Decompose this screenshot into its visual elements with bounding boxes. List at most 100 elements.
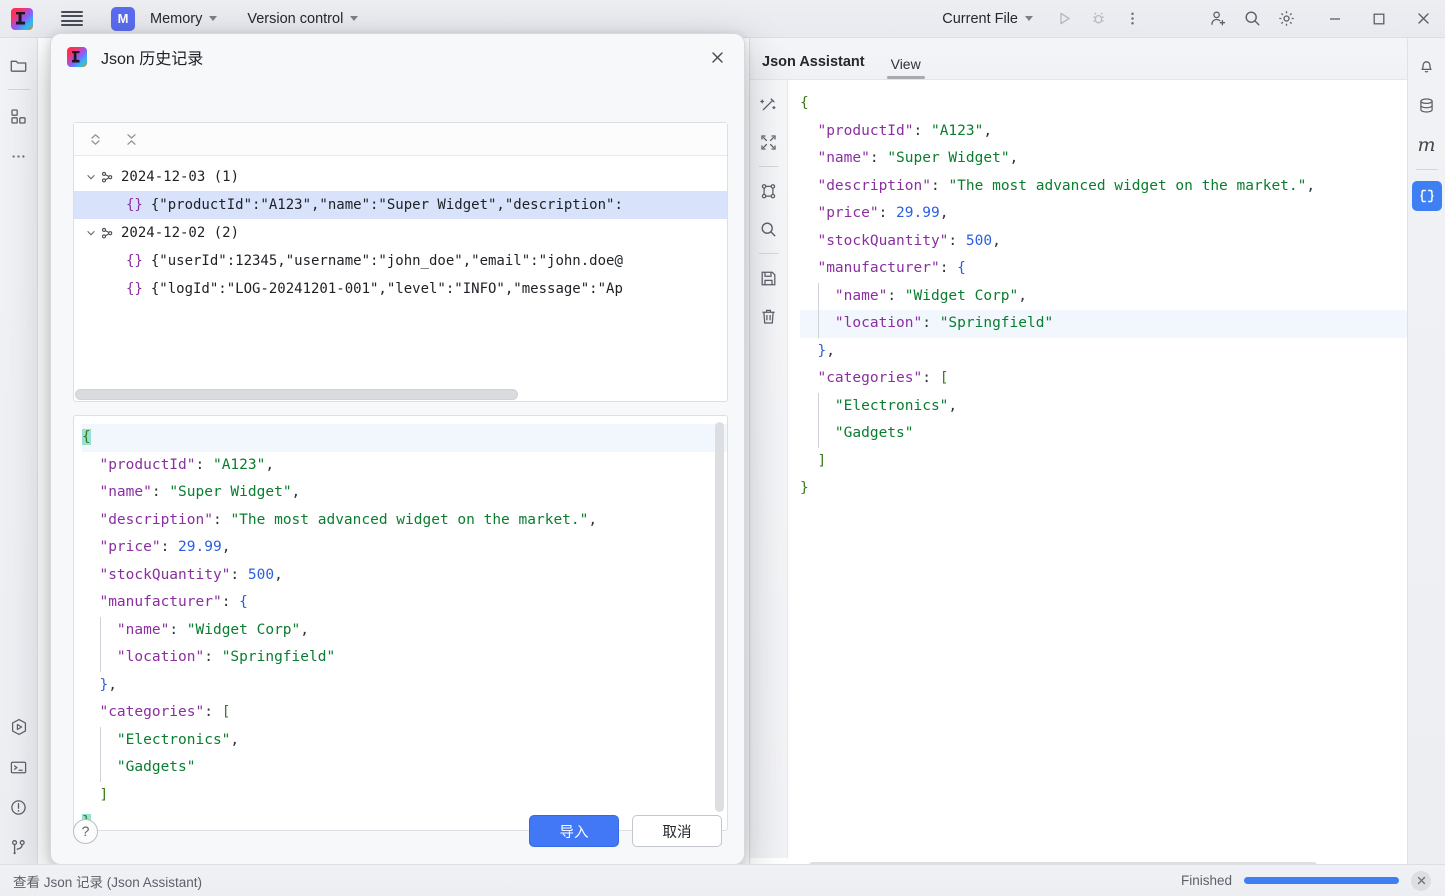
dialog-title: Json 历史记录 — [101, 45, 203, 69]
json-object-icon: {} — [126, 281, 143, 297]
history-group-icon — [100, 170, 115, 185]
json-assistant-tool-button[interactable] — [1412, 181, 1442, 211]
more-vertical-icon[interactable] — [1115, 2, 1149, 36]
code-token: : — [169, 622, 186, 638]
dialog-footer: ? 导入 取消 — [51, 798, 744, 864]
code-token: : — [161, 539, 178, 555]
import-button[interactable]: 导入 — [529, 815, 619, 847]
code-line: "categories": [ — [82, 699, 727, 727]
code-token: : — [152, 484, 169, 500]
code-token: "categories" — [99, 704, 204, 720]
minimize-icon[interactable] — [1313, 0, 1357, 38]
tree-item-row[interactable]: {}{"logId":"LOG-20241201-001","level":"I… — [74, 275, 727, 303]
run-config-icon[interactable] — [4, 712, 34, 742]
chevron-down-icon — [1025, 16, 1033, 21]
git-branch-icon[interactable] — [4, 832, 34, 862]
chevron-down-icon[interactable] — [82, 171, 100, 183]
database-icon[interactable] — [1412, 90, 1442, 120]
dialog-actions: 导入 取消 — [529, 815, 722, 847]
collapse-icon[interactable] — [755, 128, 783, 156]
code-token: "stockQuantity" — [99, 567, 230, 583]
code-token: : — [222, 594, 239, 610]
tab-view[interactable]: View — [891, 56, 921, 79]
tree-group-row[interactable]: 2024-12-02 (2) — [74, 219, 727, 247]
chevron-down-icon[interactable] — [82, 227, 100, 239]
maven-m-icon[interactable]: m — [1412, 130, 1442, 160]
trash-icon[interactable] — [755, 302, 783, 330]
indent-guide — [818, 393, 819, 421]
notifications-bell-icon[interactable] — [1412, 50, 1442, 80]
json-object-icon: {} — [126, 197, 143, 213]
close-icon[interactable] — [1411, 871, 1431, 891]
sidebar-divider — [759, 253, 779, 254]
json-viewer[interactable]: { "productId": "A123", "name": "Super Wi… — [788, 80, 1407, 858]
close-icon[interactable] — [1401, 0, 1445, 38]
more-dots-icon[interactable] — [4, 141, 34, 171]
collapse-all-icon[interactable] — [120, 128, 142, 150]
code-line: "name": "Super Widget", — [800, 145, 1407, 173]
run-configuration-selector[interactable]: Current File — [942, 11, 1033, 27]
debug-icon[interactable] — [1081, 2, 1115, 36]
add-user-icon[interactable] — [1201, 2, 1235, 36]
code-token: { — [957, 260, 966, 276]
code-token: , — [274, 567, 283, 583]
code-token: "The most advanced widget on the market.… — [948, 178, 1306, 194]
code-token: : — [948, 233, 965, 249]
tree-item-row[interactable]: {} {"productId":"A123","name":"Super Widg… — [74, 191, 727, 219]
code-token: , — [940, 205, 949, 221]
code-token: "Widget Corp" — [187, 622, 301, 638]
code-token: "price" — [817, 205, 878, 221]
search-icon[interactable] — [755, 215, 783, 243]
code-token: : — [870, 150, 887, 166]
search-icon[interactable] — [1235, 2, 1269, 36]
code-line: }, — [800, 338, 1407, 366]
tree-group-label: 2024-12-03 (1) — [121, 169, 239, 185]
code-token: , — [292, 484, 301, 500]
tree-item-row[interactable]: {}{"userId":12345,"username":"john_doe",… — [74, 247, 727, 275]
code-token: "manufacturer" — [99, 594, 221, 610]
code-token: "name" — [817, 150, 869, 166]
maximize-icon[interactable] — [1357, 0, 1401, 38]
code-token: : — [213, 512, 230, 528]
code-line: "manufacturer": { — [82, 589, 727, 617]
code-token: "description" — [99, 512, 213, 528]
tree-hscrollbar[interactable] — [75, 389, 726, 400]
code-token: , — [1010, 150, 1019, 166]
tree-item-label: {"productId":"A123","name":"Super Widget… — [151, 197, 623, 213]
gear-icon[interactable] — [1269, 2, 1303, 36]
problems-icon[interactable] — [4, 792, 34, 822]
json-preview-panel[interactable]: { "productId": "A123", "name": "Super Wi… — [73, 415, 728, 831]
terminal-icon[interactable] — [4, 752, 34, 782]
code-token: : — [887, 288, 904, 304]
node-tree-icon[interactable] — [755, 177, 783, 205]
preview-vscrollbar[interactable] — [715, 422, 724, 820]
save-disk-icon[interactable] — [755, 264, 783, 292]
code-token: } — [99, 677, 108, 693]
code-token: , — [108, 677, 117, 693]
json-preview-inner: { "productId": "A123", "name": "Super Wi… — [74, 416, 727, 830]
tree-group-row[interactable]: 2024-12-03 (1) — [74, 163, 727, 191]
hamburger-menu-icon[interactable] — [61, 11, 83, 27]
run-icon[interactable] — [1047, 2, 1081, 36]
history-tree[interactable]: 2024-12-03 (1) {} {"productId":"A123","nam… — [74, 156, 727, 401]
intellij-logo-icon — [67, 47, 87, 67]
code-token: 29.99 — [178, 539, 222, 555]
tool-window-sidebar — [750, 80, 788, 858]
close-icon[interactable] — [704, 44, 730, 70]
expand-all-icon[interactable] — [84, 128, 106, 150]
commit-icon[interactable] — [4, 101, 34, 131]
code-line: "price": 29.99, — [800, 200, 1407, 228]
cancel-button[interactable]: 取消 — [632, 815, 722, 847]
tree-toolbar — [74, 123, 727, 156]
magic-wand-icon[interactable] — [755, 90, 783, 118]
project-name-dropdown[interactable]: Memory — [144, 8, 223, 30]
version-control-dropdown[interactable]: Version control — [241, 8, 364, 30]
chevron-down-icon — [350, 16, 358, 21]
indent-guide — [100, 754, 101, 782]
project-folder-icon[interactable] — [4, 50, 34, 80]
code-token: "description" — [817, 178, 931, 194]
code-token: 29.99 — [896, 205, 940, 221]
code-token: { — [800, 95, 809, 111]
code-token: , — [265, 457, 274, 473]
help-button[interactable]: ? — [73, 819, 98, 844]
